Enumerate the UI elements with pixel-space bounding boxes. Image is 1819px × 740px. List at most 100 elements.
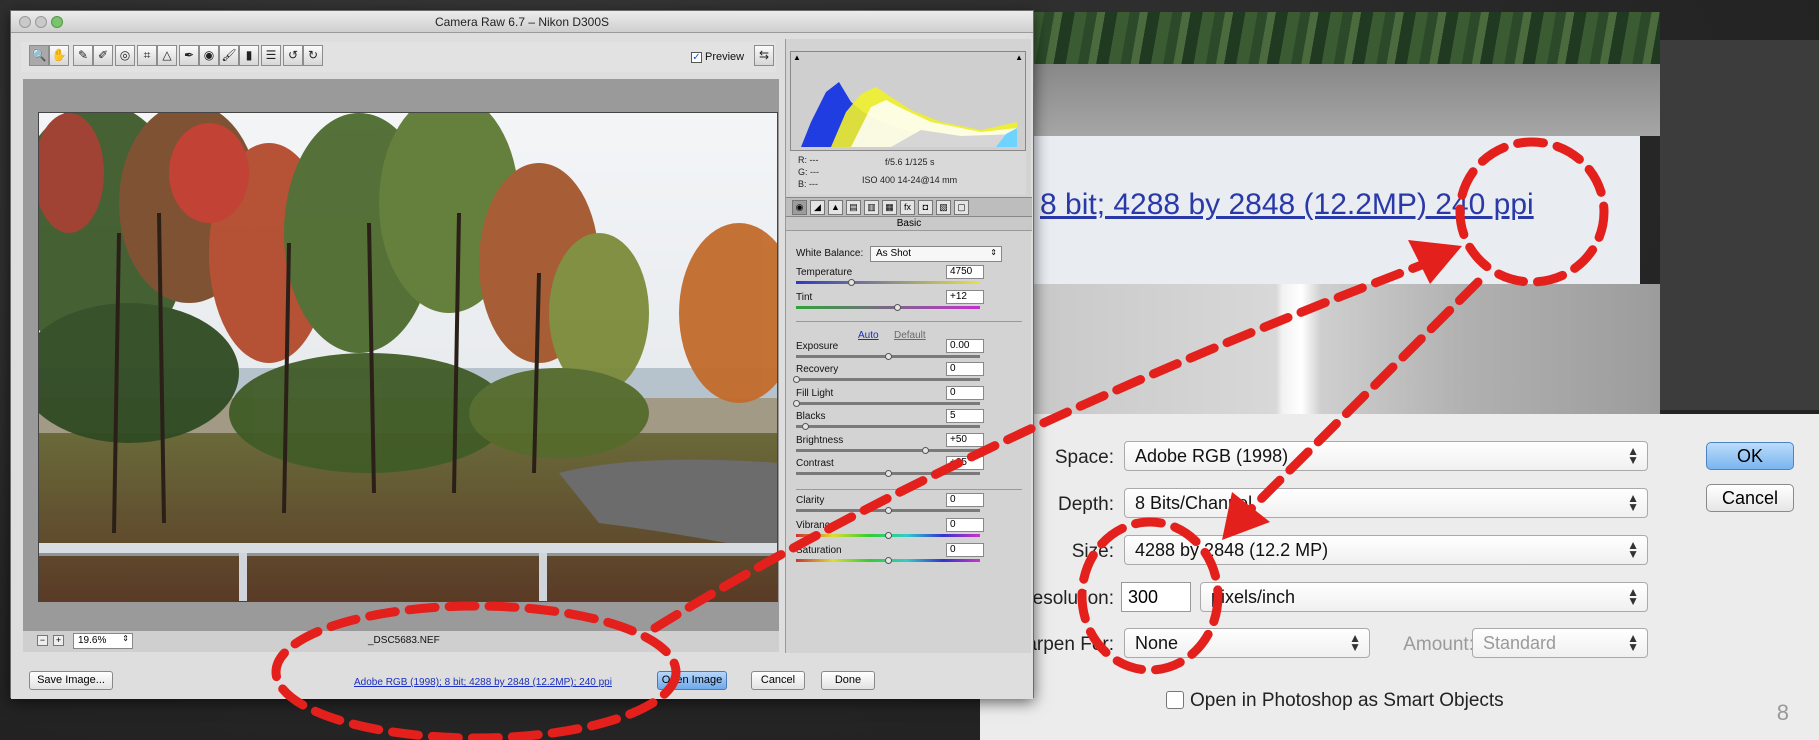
contrast-value-input[interactable]: +25	[946, 456, 984, 470]
color-sampler-icon[interactable]: ✐	[93, 45, 113, 66]
tint-value-input[interactable]: +12	[946, 290, 984, 304]
shadow-clipping-icon[interactable]: ▲	[793, 53, 801, 62]
default-link[interactable]: Default	[894, 330, 926, 341]
done-button[interactable]: Done	[821, 671, 875, 690]
lens-corrections-tab-icon[interactable]: ▦	[882, 200, 897, 215]
space-select[interactable]: Adobe RGB (1998) ▲ ▼	[1124, 441, 1648, 471]
zoom-icon[interactable]: 🔍	[29, 45, 49, 66]
tint-label: Tint	[796, 292, 813, 303]
recovery-slider-track[interactable]	[796, 378, 980, 381]
saturation-slider-handle[interactable]	[885, 557, 892, 564]
recovery-value-input[interactable]: 0	[946, 362, 984, 376]
red-eye-icon[interactable]: ◉	[199, 45, 219, 66]
saturation-label: Saturation	[796, 545, 842, 556]
contrast-slider-handle[interactable]	[885, 470, 892, 477]
graduated-filter-icon[interactable]: ▮	[239, 45, 259, 66]
zoomed-photo-strip	[1020, 12, 1660, 64]
minimize-window-icon[interactable]	[35, 16, 47, 28]
spot-removal-icon[interactable]: ✒	[179, 45, 199, 66]
depth-select[interactable]: 8 Bits/Channel ▲ ▼	[1124, 488, 1648, 518]
temperature-value-input[interactable]: 4750	[946, 265, 984, 279]
sharpen-select[interactable]: None ▲ ▼	[1124, 628, 1370, 658]
temperature-slider-track[interactable]	[796, 281, 980, 284]
fullscreen-toggle-icon[interactable]: ⇆	[754, 45, 774, 66]
open-image-button[interactable]: Open Image	[657, 671, 727, 690]
fill-light-slider-track[interactable]	[796, 402, 980, 405]
histogram: ▲ ▲	[790, 51, 1026, 151]
rotate-right-icon[interactable]: ↻	[303, 45, 323, 66]
snapshots-tab-icon[interactable]: ▢	[954, 200, 969, 215]
photo-scene	[39, 113, 777, 601]
white-balance-value: As Shot	[876, 248, 912, 259]
effects-tab-icon[interactable]: fx	[900, 200, 915, 215]
white-balance-select[interactable]: As Shot ⇕	[870, 246, 1002, 262]
adjustment-brush-icon[interactable]: 🖌	[219, 45, 239, 66]
zoom-window-icon[interactable]	[51, 16, 63, 28]
bottom-bar: Save Image... Adobe RGB (1998); 8 bit; 4…	[11, 654, 1033, 699]
slide-number: 8	[1776, 700, 1789, 725]
camera-calibration-tab-icon[interactable]: ◘	[918, 200, 933, 215]
recovery-slider-handle[interactable]	[793, 376, 800, 383]
smart-objects-checkbox[interactable]	[1166, 691, 1184, 709]
exposure-value-input[interactable]: 0.00	[946, 339, 984, 353]
temperature-label: Temperature	[796, 267, 853, 278]
brightness-slider-track[interactable]	[796, 449, 980, 452]
brightness-value-input[interactable]: +50	[946, 433, 984, 447]
resolution-unit-select[interactable]: pixels/inch ▲ ▼	[1200, 582, 1648, 612]
cancel-button[interactable]: Cancel	[751, 671, 805, 690]
stepper-arrows-icon: ▲ ▼	[1627, 444, 1639, 467]
zoomed-photoshop-panel	[980, 0, 1819, 740]
status-bar: − + 19.6% ⇕ _DSC5683.NEF	[23, 630, 779, 652]
tone-curve-tab-icon[interactable]: ◢	[810, 200, 825, 215]
auto-link[interactable]: Auto	[858, 330, 879, 341]
exposure-slider-handle[interactable]	[885, 353, 892, 360]
hsl-tab-icon[interactable]: ▤	[846, 200, 861, 215]
stepper-arrows-icon: ▲ ▼	[1627, 631, 1639, 654]
fill-light-value-input[interactable]: 0	[946, 386, 984, 400]
zoom-in-icon[interactable]: +	[53, 635, 64, 646]
preview-toggle[interactable]: ✓ Preview	[691, 51, 744, 63]
white-balance-icon[interactable]: ✎	[73, 45, 93, 66]
blacks-slider-track[interactable]	[796, 425, 980, 428]
workflow-options-link[interactable]: Adobe RGB (1998); 8 bit; 4288 by 2848 (1…	[354, 677, 612, 688]
split-toning-tab-icon[interactable]: ▥	[864, 200, 879, 215]
blacks-value-input[interactable]: 5	[946, 409, 984, 423]
zoomed-cancel-button[interactable]: Cancel	[1706, 484, 1794, 512]
vibrance-slider-handle[interactable]	[885, 532, 892, 539]
amount-select[interactable]: Standard ▲ ▼	[1472, 628, 1648, 658]
tint-slider-handle[interactable]	[894, 304, 902, 311]
highlight-clipping-icon[interactable]: ▲	[1015, 53, 1023, 62]
basic-tab-icon[interactable]: ◉	[792, 200, 807, 215]
zoom-out-icon[interactable]: −	[37, 635, 48, 646]
saturation-value-input[interactable]: 0	[946, 543, 984, 557]
preview-checkbox[interactable]: ✓	[691, 52, 702, 63]
fill-light-slider-handle[interactable]	[793, 400, 800, 407]
clarity-value-input[interactable]: 0	[946, 493, 984, 507]
zoom-level-select[interactable]: 19.6% ⇕	[73, 633, 133, 649]
crop-icon[interactable]: ⌗	[137, 45, 157, 66]
rotate-left-icon[interactable]: ↺	[283, 45, 303, 66]
ok-button[interactable]: OK	[1706, 442, 1794, 470]
tint-slider-track[interactable]	[796, 306, 980, 309]
target-adjust-icon[interactable]: ◎	[115, 45, 135, 66]
size-select[interactable]: 4288 by 2848 (12.2 MP) ▲ ▼	[1124, 535, 1648, 565]
blacks-slider-handle[interactable]	[802, 423, 810, 430]
detail-tab-icon[interactable]: ▲	[828, 200, 843, 215]
straighten-icon[interactable]: △	[157, 45, 177, 66]
close-window-icon[interactable]	[19, 16, 31, 28]
vibrance-value-input[interactable]: 0	[946, 518, 984, 532]
save-image-button[interactable]: Save Image...	[29, 671, 113, 690]
presets-tab-icon[interactable]: ▧	[936, 200, 951, 215]
preferences-icon[interactable]: ☰	[261, 45, 281, 66]
brightness-slider-handle[interactable]	[921, 447, 929, 454]
zoomed-workflow-info[interactable]: 8 bit; 4288 by 2848 (12.2MP) 240 ppi	[1040, 188, 1534, 222]
smart-objects-label: Open in Photoshop as Smart Objects	[1190, 690, 1504, 711]
temperature-slider-handle[interactable]	[848, 279, 856, 286]
resolution-input[interactable]: 300	[1121, 582, 1191, 612]
clarity-slider-handle[interactable]	[885, 507, 892, 514]
photo-preview[interactable]	[38, 112, 778, 602]
aperture-shutter: f/5.6 1/125 s	[885, 157, 935, 167]
red-readout: R: ---	[798, 155, 819, 165]
stepper-arrows-icon: ▲ ▼	[1627, 491, 1639, 514]
hand-icon[interactable]: ✋	[49, 45, 69, 66]
